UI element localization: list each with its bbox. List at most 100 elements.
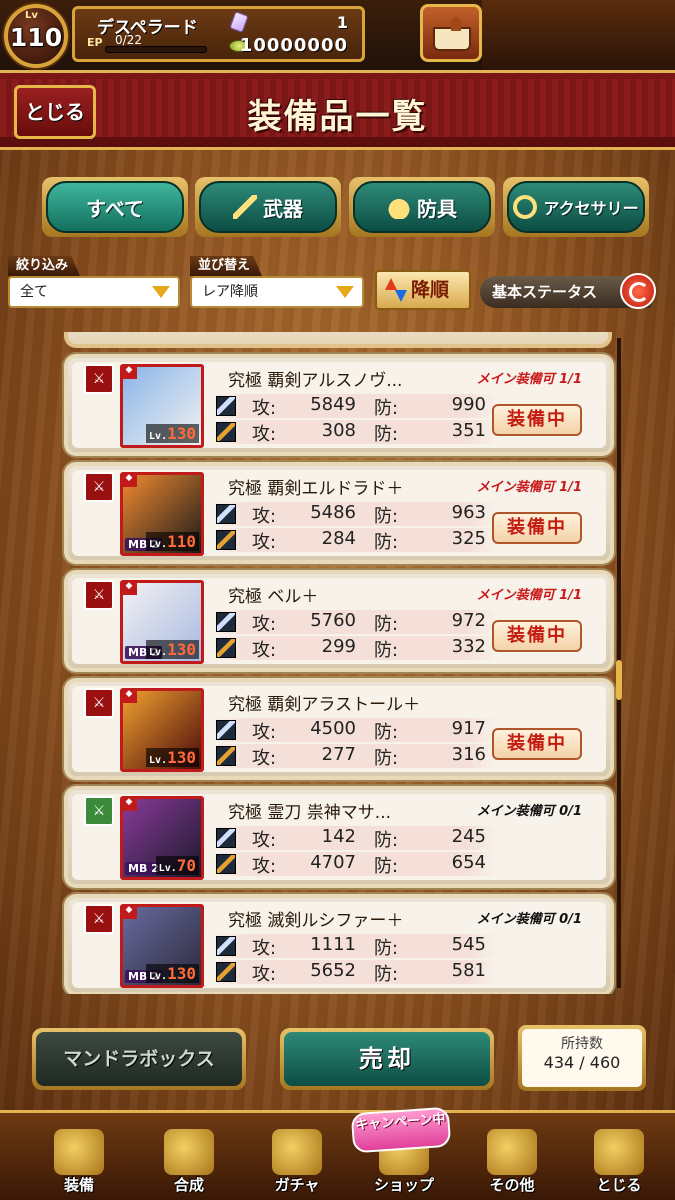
item-level: Lv.130 <box>146 424 199 443</box>
chevron-down-icon <box>152 286 170 298</box>
defense-label: 防: <box>374 748 399 769</box>
tab-accessory-label: アクセサリー <box>543 199 639 218</box>
nav-gacha-label: ガチャ <box>274 1176 320 1194</box>
ring-icon <box>513 195 538 219</box>
attack-label: 攻: <box>252 748 277 769</box>
item-level: Lv.70 <box>155 856 199 875</box>
item-level-value: 130 <box>167 640 196 659</box>
defense-label: 防: <box>374 506 399 527</box>
scrollbar-thumb[interactable] <box>616 660 622 700</box>
sort-label: 並び替え <box>190 256 263 276</box>
rarity-ribbon-icon: ◆ <box>121 365 137 379</box>
attack-value: 284 <box>321 528 356 549</box>
stat-row-primary: 攻: 142 防: 245 <box>216 826 496 851</box>
owned-count-label: 所持数 <box>561 1036 603 1052</box>
filter-label: 絞り込み <box>8 256 81 276</box>
list-item[interactable]: ⚔ ◆ MB 2 Lv.70 究極 霊刀 祟神マサ... メイン装備可 0/1 攻: 142 防… <box>64 786 614 888</box>
sell-label: 売却 <box>284 1032 490 1086</box>
defense-label: 防: <box>374 856 399 877</box>
weapon-type-icon: ⚔ <box>84 472 114 502</box>
level-prefix: Lv <box>25 10 38 21</box>
stat-row-secondary: 攻: 284 防: 325 <box>216 528 496 553</box>
list-item[interactable]: ⚔ ◆ Lv.130 究極 覇剣アラストール＋ 攻: 4500 防: 917 攻: 277 防: 31… <box>64 678 614 780</box>
basic-status-toggle[interactable]: 基本ステータス <box>480 273 656 309</box>
stat-row-secondary: 攻: 277 防: 316 <box>216 744 496 769</box>
tab-weapon-label: 武器 <box>263 196 303 221</box>
tab-all[interactable]: すべて <box>42 177 188 237</box>
rarity-ribbon-icon: ◆ <box>121 473 137 487</box>
stat-row-primary: 攻: 5760 防: 972 <box>216 610 496 635</box>
list-item[interactable]: ⚔ ◆ Lv.130 究極 覇剣アルスノヴ... メイン装備可 1/1 攻: 5849 防: 9… <box>64 354 614 456</box>
nav-gacha[interactable]: ガチャ <box>248 1113 346 1200</box>
defense-label: 防: <box>374 398 399 419</box>
list-item[interactable]: ⚔ ◆ MB 2 Lv.110 究極 覇剣エルドラド＋ メイン装備可 1/1 攻: 5486 防… <box>64 462 614 564</box>
tab-weapon[interactable]: 武器 <box>195 177 341 237</box>
campaign-badge[interactable]: キャンペーン中 <box>350 1106 452 1154</box>
hammer-icon <box>164 1129 214 1175</box>
attack-value: 4500 <box>310 718 356 739</box>
attack-value: 5486 <box>310 502 356 523</box>
rarity-ribbon-icon: ◆ <box>121 797 137 811</box>
stat-row-secondary: 攻: 308 防: 351 <box>216 420 496 445</box>
defense-label: 防: <box>374 964 399 985</box>
tab-accessory[interactable]: アクセサリー <box>503 177 649 237</box>
nav-equip-label: 装備 <box>63 1176 94 1194</box>
chevron-down-icon <box>336 286 354 298</box>
nav-close[interactable]: とじる <box>570 1113 668 1200</box>
mandra-box-button[interactable]: マンドラボックス <box>32 1028 246 1090</box>
defense-value: 245 <box>451 826 486 847</box>
stat-row-primary: 攻: 5486 防: 963 <box>216 502 496 527</box>
equip-limit: メイン装備可 0/1 <box>476 804 582 819</box>
defense-label: 防: <box>374 532 399 553</box>
sort-order-label: 降順 <box>411 279 450 301</box>
attack-value: 1111 <box>310 934 356 955</box>
item-thumbnail: ◆ MB 2 Lv.130 <box>120 580 204 664</box>
item-level-value: 130 <box>167 748 196 767</box>
list-item[interactable]: ⚔ ◆ MB 2 Lv.130 究極 滅剣ルシファー＋ メイン装備可 0/1 攻: 1111 防… <box>64 894 614 994</box>
nav-synthesis[interactable]: 合成 <box>140 1113 238 1200</box>
item-thumbnail: ◆ MB 2 Lv.110 <box>120 472 204 556</box>
nav-shop-label: ショップ <box>373 1176 434 1194</box>
item-name: 究極 ベル＋ <box>228 587 319 607</box>
item-level-value: 70 <box>176 856 196 875</box>
sort-order-icon <box>385 278 407 304</box>
rarity-ribbon-icon: ◆ <box>121 689 137 703</box>
list-item-partial[interactable] <box>64 332 612 348</box>
item-level-value: 130 <box>167 424 196 443</box>
page-header: とじる 装備品一覧 <box>0 70 675 150</box>
sell-button[interactable]: 売却 <box>280 1028 494 1090</box>
defense-value: 316 <box>451 744 486 765</box>
nav-equip[interactable]: 装備 <box>30 1113 128 1200</box>
equipped-badge: 装備中 <box>492 620 582 652</box>
stat-row-secondary: 攻: 299 防: 332 <box>216 636 496 661</box>
weapon-type-icon: ⚔ <box>84 904 114 934</box>
defense-value: 325 <box>451 528 486 549</box>
item-name: 究極 覇剣エルドラド＋ <box>228 479 404 499</box>
equipment-list[interactable]: ⚔ ◆ Lv.130 究極 覇剣アルスノヴ... メイン装備可 1/1 攻: 5849 防: 9… <box>56 332 624 994</box>
armor-icon <box>387 195 411 219</box>
sword-icon <box>216 720 236 740</box>
filter-dropdown[interactable]: 全て <box>8 276 180 308</box>
equipped-badge: 装備中 <box>492 512 582 544</box>
attack-label: 攻: <box>252 964 277 985</box>
tab-armor[interactable]: 防具 <box>349 177 495 237</box>
nav-other[interactable]: その他 <box>463 1113 561 1200</box>
sort-order-button[interactable]: 降順 <box>375 270 471 310</box>
attack-label: 攻: <box>252 722 277 743</box>
attack-label: 攻: <box>252 532 277 553</box>
profile-book-button[interactable] <box>420 4 482 62</box>
defense-value: 581 <box>451 960 486 981</box>
item-thumbnail: ◆ Lv.130 <box>120 688 204 772</box>
item-level: Lv.130 <box>146 964 199 983</box>
defense-label: 防: <box>374 424 399 445</box>
list-item[interactable]: ⚔ ◆ MB 2 Lv.130 究極 ベル＋ メイン装備可 1/1 攻: 5760 防: 972 攻… <box>64 570 614 672</box>
item-name: 究極 覇剣アルスノヴ... <box>228 371 403 391</box>
gear-icon <box>487 1129 537 1175</box>
sort-dropdown[interactable]: レア降順 <box>190 276 364 308</box>
defense-value: 990 <box>451 394 486 415</box>
refresh-icon[interactable] <box>620 273 656 309</box>
defense-value: 351 <box>451 420 486 441</box>
attack-value: 277 <box>321 744 356 765</box>
attack-label: 攻: <box>252 398 277 419</box>
top-ornament <box>482 0 675 70</box>
